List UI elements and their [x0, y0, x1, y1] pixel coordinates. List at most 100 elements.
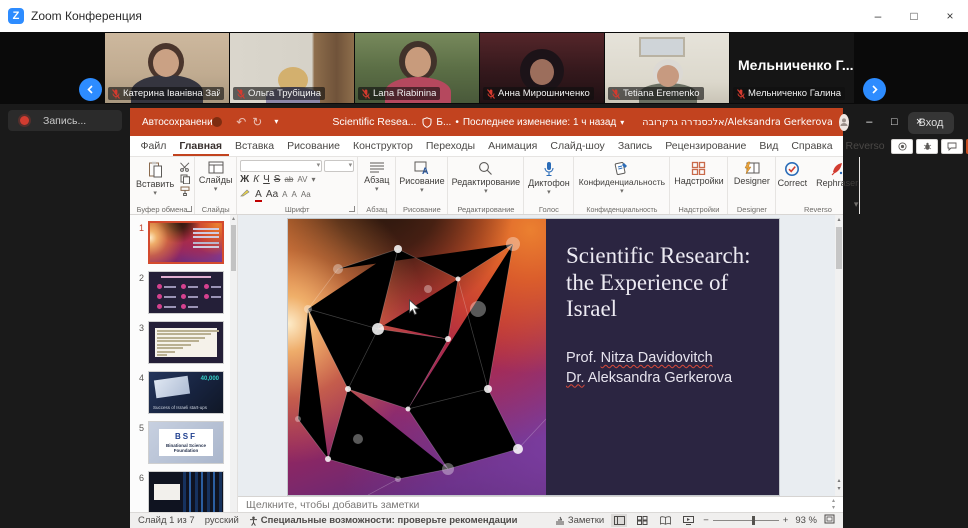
comments-button[interactable] [941, 139, 963, 154]
scroll-up-icon[interactable]: ▴ [230, 215, 237, 222]
zoom-percentage[interactable]: 93 % [795, 515, 817, 526]
font-name-combobox[interactable] [240, 160, 322, 172]
italic-button[interactable]: К [253, 174, 259, 185]
slide-thumbnail-6[interactable] [148, 471, 224, 512]
notes-toggle-button[interactable]: Заметки [555, 515, 604, 526]
fit-to-window-button[interactable] [824, 514, 835, 527]
editor-scrollbar[interactable]: ▴ ▴▾ [835, 215, 843, 496]
quick-access-dropdown-icon[interactable]: ▾ [274, 118, 278, 126]
format-painter-icon[interactable] [180, 186, 191, 196]
tab-reverso[interactable]: Reverso [839, 136, 891, 156]
tab-view[interactable]: Вид [753, 136, 785, 156]
new-slide-button[interactable]: Слайды ▾ [196, 160, 236, 194]
tab-transitions[interactable]: Переходы [419, 136, 481, 156]
copy-icon[interactable] [180, 174, 191, 184]
slide-thumbnail-3[interactable] [148, 321, 224, 364]
zoom-out-button[interactable]: − [703, 515, 709, 526]
dialog-launcher-icon[interactable] [349, 206, 355, 212]
font-size-combobox[interactable] [324, 160, 354, 172]
document-title[interactable]: Scientific Resea... [332, 116, 416, 128]
character-spacing-button[interactable]: AV [297, 175, 307, 184]
reading-view-button[interactable] [657, 514, 673, 527]
notes-scroll-arrows[interactable]: ▴▾ [832, 498, 835, 511]
sensitivity-button[interactable]: Конфиденциальность ▾ [576, 160, 668, 196]
slide-canvas[interactable]: Scientific Research: the Experience of I… [288, 219, 779, 495]
notes-pane[interactable]: Щелкните, чтобы добавить заметки ▴▾ [238, 496, 843, 512]
paste-button[interactable]: Вставить ▾ [133, 160, 177, 198]
addins-button[interactable]: Надстройки [671, 160, 726, 187]
grow-font-button[interactable]: А [282, 190, 287, 199]
paragraph-button[interactable]: Абзац ▾ [361, 160, 392, 194]
editing-button[interactable]: Редактирование ▾ [449, 160, 524, 196]
highlight-pen-icon[interactable] [240, 187, 251, 197]
tab-record[interactable]: Запись [611, 136, 658, 156]
recording-indicator[interactable]: Запись... [8, 110, 122, 131]
participant-video-tile[interactable]: Lana Riabinina [355, 33, 479, 103]
addin-button[interactable] [916, 139, 938, 154]
bold-button[interactable]: Ж [240, 174, 249, 185]
zoom-maximize-button[interactable]: □ [896, 0, 932, 32]
normal-view-button[interactable] [611, 514, 627, 527]
tab-help[interactable]: Справка [785, 136, 839, 156]
text-shadow-button[interactable]: ab [284, 175, 293, 184]
tab-draw[interactable]: Рисование [281, 136, 347, 156]
dialog-launcher-icon[interactable] [186, 206, 192, 212]
collapse-ribbon-icon[interactable]: ▾ [854, 199, 859, 210]
underline-button[interactable]: Ч [263, 174, 270, 185]
slide-thumbnail-1[interactable] [148, 221, 224, 264]
accessibility-status[interactable]: Специальные возможности: проверьте реком… [249, 515, 518, 526]
scrollbar-thumb[interactable] [231, 225, 236, 271]
language-indicator[interactable]: русский [205, 515, 239, 526]
slide-authors[interactable]: Prof. Nitza Davidovitch Dr. Aleksandra G… [566, 349, 779, 388]
tab-design[interactable]: Конструктор [346, 136, 419, 156]
slide-thumbnail-5[interactable]: BSF Binational Science Foundation [148, 421, 224, 464]
participants-scroll-left-button[interactable] [79, 78, 102, 101]
scroll-up-icon[interactable]: ▴ [835, 216, 843, 223]
slide-indicator[interactable]: Слайд 1 из 7 [138, 515, 195, 526]
document-status[interactable]: Б... • Последнее изменение: 1 ч назад ▾ [422, 117, 624, 128]
change-case-button[interactable]: Аа [266, 189, 278, 200]
dictate-button[interactable]: Диктофон ▾ [525, 160, 573, 197]
cut-icon[interactable] [180, 162, 191, 172]
thumbnail-scrollbar[interactable]: ▴ [230, 215, 237, 512]
tab-review[interactable]: Рецензирование [659, 136, 753, 156]
designer-button[interactable]: Designer [731, 160, 773, 187]
participant-video-tile[interactable]: Анна Мирошниченко [480, 33, 604, 103]
participant-video-tile[interactable]: Tetiana Eremenko [605, 33, 729, 103]
zoom-close-button[interactable]: × [932, 0, 968, 32]
slide-thumbnail-4[interactable]: 40,000 Success of Israeli start-ups [148, 371, 224, 414]
undo-icon[interactable]: ↶ [236, 116, 246, 128]
tab-file[interactable]: Файл [134, 136, 173, 156]
ppt-minimize-button[interactable]: – [857, 116, 882, 128]
prev-next-slide-buttons[interactable]: ▴▾ [835, 478, 843, 494]
tab-home[interactable]: Главная [173, 136, 229, 156]
zoom-in-button[interactable]: + [783, 515, 789, 526]
zoom-minimize-button[interactable]: – [860, 0, 896, 32]
ppt-restore-button[interactable]: □ [882, 116, 907, 128]
tab-slideshow[interactable]: Слайд-шоу [544, 136, 611, 156]
font-color-button[interactable]: А [255, 189, 262, 202]
slideshow-view-button[interactable] [680, 514, 696, 527]
record-button[interactable] [891, 139, 913, 154]
participant-video-tile[interactable]: Ольга Трубіцина [230, 33, 354, 103]
shrink-font-button[interactable]: А [292, 190, 297, 199]
participant-video-tile[interactable]: Катерина Іванівна Зай.. [105, 33, 229, 103]
slide-editor-area[interactable]: Scientific Research: the Experience of I… [238, 215, 843, 496]
zoom-slider[interactable]: − + [703, 515, 788, 526]
participants-scroll-right-button[interactable] [863, 78, 886, 101]
slide-title[interactable]: Scientific Research: the Experience of I… [566, 243, 761, 323]
tab-insert[interactable]: Вставка [229, 136, 281, 156]
redo-icon[interactable]: ↻ [252, 116, 262, 128]
scrollbar-thumb[interactable] [836, 227, 842, 269]
slide-thumbnail-2[interactable] [148, 271, 224, 314]
ppt-close-button[interactable]: × [907, 116, 932, 128]
tab-animations[interactable]: Анимация [482, 136, 544, 156]
participant-video-tile[interactable]: Мельниченко Г... Мельниченко Галина [730, 33, 854, 103]
slide-sorter-view-button[interactable] [634, 514, 650, 527]
account-name[interactable]: אלכסנדרה גרקרובה/Aleksandra Gerkerova [642, 117, 833, 128]
clear-formatting-button[interactable]: Аа [301, 190, 311, 199]
correct-button[interactable]: Correct [775, 160, 811, 189]
notes-placeholder[interactable]: Щелкните, чтобы добавить заметки [246, 499, 419, 511]
zoom-slider-thumb[interactable] [752, 516, 755, 525]
strikethrough-button[interactable]: S [274, 174, 281, 185]
